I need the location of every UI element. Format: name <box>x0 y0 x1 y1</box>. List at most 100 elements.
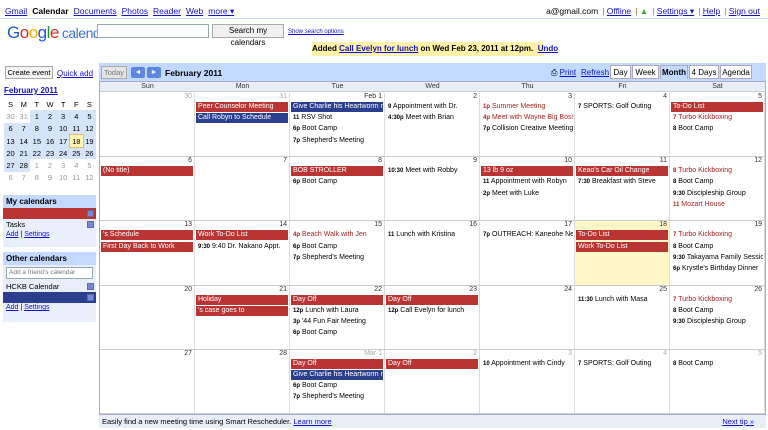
day-cell[interactable]: 2 Day Off <box>385 349 480 413</box>
day-number[interactable]: 5 <box>758 93 762 100</box>
calendar-event[interactable]: 8 Boot Camp <box>671 124 763 134</box>
help-link[interactable]: Help <box>703 6 720 16</box>
mini-day[interactable]: 6 <box>4 122 18 135</box>
undo-link[interactable]: Undo <box>538 44 558 53</box>
day-number[interactable]: 11 <box>660 157 667 164</box>
calendar-event[interactable]: To-Do List <box>671 102 763 112</box>
nav-link-more[interactable]: more ▾ <box>208 6 234 16</box>
mini-day[interactable]: 12 <box>83 172 96 184</box>
calendar-event[interactable]: 7 SPORTS: Golf Outing <box>576 102 668 112</box>
day-cell[interactable]: 22 Day Off 12p Lunch with Laura 3p '44 Fun … <box>290 285 385 349</box>
calendar-event[interactable]: 11 Lunch with Kristina <box>386 230 478 240</box>
day-number[interactable]: 27 <box>184 350 192 357</box>
day-number[interactable]: 2 <box>473 93 477 100</box>
day-cell[interactable]: 16 11 Lunch with Kristina <box>385 221 480 285</box>
day-number[interactable]: 14 <box>279 221 287 228</box>
search-button[interactable]: Search my calendars <box>212 24 284 47</box>
calendar-event[interactable]: 11 Appointment with Robyn <box>481 177 573 187</box>
day-cell[interactable]: Feb 1 Give Charlie his Heartworm m 11 RSV … <box>290 93 385 157</box>
tab-4-days[interactable]: 4 Days <box>689 65 719 79</box>
other-calendar-settings-link[interactable]: Settings <box>24 304 49 311</box>
day-cell[interactable]: 27 <box>100 349 195 413</box>
nav-link-gmail[interactable]: Gmail <box>5 6 27 16</box>
calendar-event[interactable]: 6p Krystle's Birthday Dinner <box>671 264 763 274</box>
search-input[interactable] <box>97 24 209 38</box>
mini-day[interactable]: 1 <box>30 159 43 171</box>
tab-week[interactable]: Week <box>632 65 659 79</box>
mini-calendar-title[interactable]: February 2011 <box>4 86 96 96</box>
mini-day[interactable]: 16 <box>43 134 57 148</box>
day-number[interactable]: 4 <box>663 93 667 100</box>
day-cell[interactable]: 5 To-Do List 7 Turbo Kickboxing 8 Boot Camp <box>670 93 765 157</box>
day-number[interactable]: 31 <box>279 93 287 100</box>
day-number[interactable]: 8 <box>378 157 382 164</box>
mini-day[interactable]: 5 <box>82 110 96 123</box>
mini-day[interactable]: 21 <box>17 147 31 160</box>
calendar-event[interactable]: Day Off <box>291 358 383 369</box>
day-cell[interactable]: 29 Appointment with Dr. 4:30p Meet with B… <box>385 93 480 157</box>
calendar-event[interactable]: 12p Call Evelyn for lunch <box>386 306 478 316</box>
day-cell[interactable]: 17 7p OUTREACH: Kaneohe Neigh <box>480 221 575 285</box>
calendar-event[interactable]: 7:30 Breakfast with Steve <box>576 177 668 187</box>
refresh-link[interactable]: Refresh <box>581 68 609 77</box>
day-cell[interactable]: 24 <box>480 285 575 349</box>
nav-link-web[interactable]: Web <box>186 6 203 16</box>
next-arrow-icon[interactable]: ► <box>147 67 161 78</box>
calendar-event[interactable]: 7 Turbo Kickboxing <box>671 230 763 240</box>
calendar-event[interactable]: 7 Turbo Kickboxing <box>671 113 763 123</box>
day-cell[interactable]: 26 7 Turbo Kickboxing 8 Boot Camp 9:30 Disc… <box>670 285 765 349</box>
day-cell[interactable]: 8 BOB STROLLER 6p Boot Camp <box>290 157 385 221</box>
calendar-event[interactable]: 's Schedule <box>101 230 193 241</box>
day-number[interactable]: 20 <box>184 286 192 293</box>
mini-day[interactable]: 24 <box>56 147 70 160</box>
mini-day[interactable]: 5 <box>83 159 96 171</box>
day-number[interactable]: 25 <box>659 286 667 293</box>
mini-day[interactable]: 30 <box>4 110 17 122</box>
day-number[interactable]: 7 <box>283 157 287 164</box>
day-number[interactable]: 30 <box>184 93 192 100</box>
mini-day[interactable]: 18 <box>68 133 84 149</box>
mini-day[interactable]: 2 <box>43 159 56 171</box>
day-number[interactable]: 26 <box>754 286 762 293</box>
mini-day[interactable]: 1 <box>30 110 44 123</box>
calendar-event[interactable]: Give Charlie his Heartworm m <box>291 369 383 380</box>
hckb-calendar-item[interactable]: HCKB Calendar <box>3 281 96 292</box>
day-number[interactable]: 22 <box>374 286 382 293</box>
day-number[interactable]: 3 <box>568 93 572 100</box>
day-number[interactable]: 5 <box>758 350 762 357</box>
calendar-event[interactable]: 6p Boot Camp <box>291 328 383 338</box>
flask-icon[interactable]: ▲ <box>640 6 648 16</box>
calendar-event[interactable]: 7p Shepherd's Meeting <box>291 136 383 146</box>
mini-day[interactable]: 2 <box>43 110 57 123</box>
day-cell[interactable]: 20 <box>100 285 195 349</box>
nav-link-photos[interactable]: Photos <box>122 6 148 16</box>
day-number[interactable]: 16 <box>469 221 477 228</box>
prev-arrow-icon[interactable]: ◄ <box>131 67 145 78</box>
day-number[interactable]: 21 <box>279 286 287 293</box>
next-tip-link[interactable]: Next tip » <box>722 415 754 428</box>
day-cell[interactable]: 30 <box>100 93 195 157</box>
day-number[interactable]: 23 <box>469 286 477 293</box>
mini-day[interactable]: 17 <box>56 134 70 148</box>
calendar-event[interactable]: 13 lb 9 oz <box>481 166 573 177</box>
calendar-event[interactable]: 8 Boot Camp <box>671 242 763 252</box>
calendar-event[interactable]: 10:30 Meet with Robby <box>386 166 478 176</box>
mini-day[interactable]: 25 <box>69 147 83 160</box>
day-cell[interactable]: 4 7 SPORTS: Golf Outing <box>575 93 670 157</box>
google-calendar-logo[interactable]: Google calendar <box>7 23 112 43</box>
day-cell[interactable]: Mar 1 Day Off Give Charlie his Heartworm m… <box>290 349 385 413</box>
day-number[interactable]: 10 <box>564 157 572 164</box>
tab-month[interactable]: Month <box>660 65 688 79</box>
day-cell[interactable]: 21 Holiday 's case goes to <box>195 285 290 349</box>
tasks-calendar-item[interactable]: Tasks <box>3 219 96 230</box>
mini-day[interactable]: 27 <box>4 159 18 172</box>
calendar-event[interactable]: 7p Shepherd's Meeting <box>291 392 383 402</box>
mini-day[interactable]: 22 <box>30 147 44 160</box>
quick-add-link[interactable]: Quick add <box>57 69 93 78</box>
day-cell[interactable]: 3 1p Summer Meeting 4p Meet with Wayne Big… <box>480 93 575 157</box>
mini-day[interactable]: 3 <box>57 159 70 171</box>
mini-day[interactable]: 9 <box>43 172 56 184</box>
dropdown-icon[interactable] <box>87 294 94 301</box>
calendar-event[interactable]: 9:30 Discipleship Group <box>671 317 763 327</box>
mini-day[interactable]: 11 <box>69 122 83 135</box>
